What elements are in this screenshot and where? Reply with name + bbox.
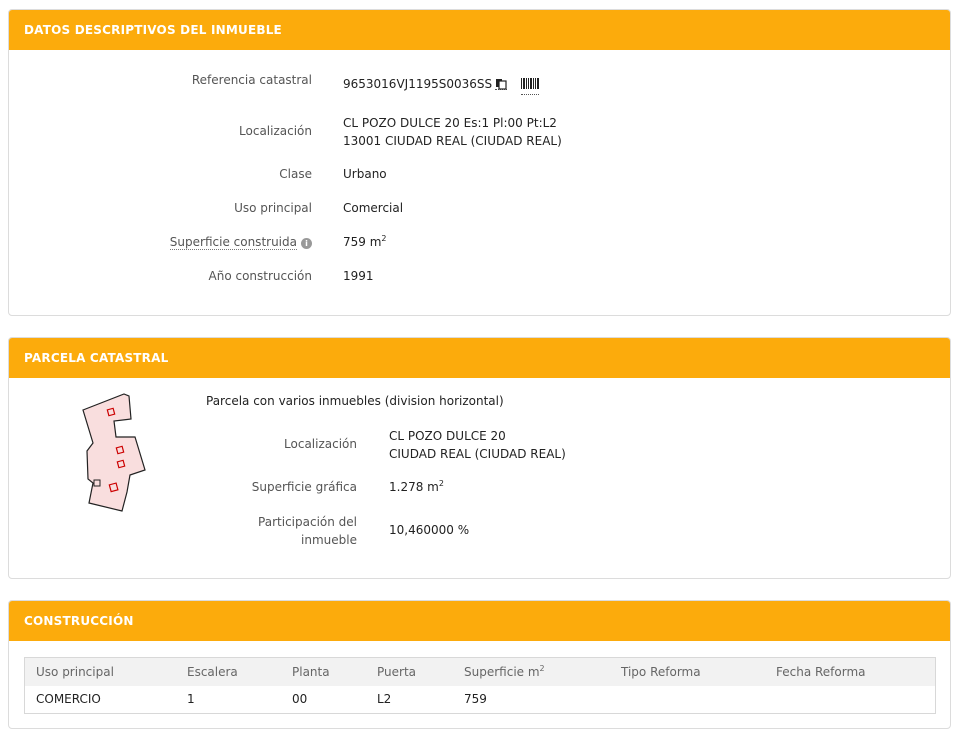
localizacion-line-1: CL POZO DULCE 20 Es:1 Pl:00 Pt:L2 <box>343 116 557 130</box>
cell-uso: COMERCIO <box>36 692 101 706</box>
participacion-label-line-2: inmueble <box>301 533 357 547</box>
superficie-construida-label-row: Superficie construida i <box>169 235 312 250</box>
table-row: COMERCIO 1 00 L2 759 <box>25 686 935 713</box>
superficie-construida-label[interactable]: Superficie construida <box>169 235 297 250</box>
parcela-catastral-header: PARCELA CATASTRAL <box>9 338 950 378</box>
superficie-construida-value: 759 m <box>343 235 382 249</box>
referencia-catastral-value: 9653016VJ1195S0036SS <box>343 77 493 91</box>
cell-escalera: 1 <box>187 692 195 706</box>
parcela-catastral-panel: PARCELA CATASTRAL Parcela con varios inm… <box>8 337 951 579</box>
column-header-tipo-reforma: Tipo Reforma <box>621 665 701 679</box>
column-header-uso: Uso principal <box>36 665 114 679</box>
column-header-superficie-text: Superficie m <box>464 665 540 679</box>
column-header-superficie-sup: 2 <box>539 664 545 673</box>
clase-label: Clase <box>279 167 312 181</box>
uso-principal-label: Uso principal <box>234 201 312 215</box>
cell-superficie: 759 <box>464 692 487 706</box>
superficie-grafica-sup: 2 <box>438 479 444 488</box>
column-header-planta: Planta <box>292 665 330 679</box>
superficie-grafica-value: 1.278 m <box>389 480 439 494</box>
referencia-catastral-label: Referencia catastral <box>191 73 312 87</box>
column-header-escalera: Escalera <box>187 665 238 679</box>
table-header-row: Uso principal Escalera Planta Puerta Sup… <box>25 658 935 686</box>
superficie-construida-value-row: 759 m2 <box>343 234 387 250</box>
construccion-header: CONSTRUCCIÓN <box>9 601 950 641</box>
column-header-fecha-reforma: Fecha Reforma <box>776 665 866 679</box>
clase-value: Urbano <box>343 167 387 181</box>
localizacion-line-2: 13001 CIUDAD REAL (CIUDAD REAL) <box>343 134 562 148</box>
construccion-table: Uso principal Escalera Planta Puerta Sup… <box>24 657 936 714</box>
parcela-localizacion-line-2: CIUDAD REAL (CIUDAD REAL) <box>389 447 566 461</box>
copy-icon[interactable] <box>495 78 508 90</box>
parcela-descripcion: Parcela con varios inmuebles (division h… <box>206 394 504 408</box>
parcela-localizacion-line-1: CL POZO DULCE 20 <box>389 429 506 443</box>
info-icon[interactable]: i <box>301 238 312 249</box>
cell-planta: 00 <box>292 692 308 706</box>
uso-principal-value: Comercial <box>343 201 404 215</box>
parcela-localizacion-value: CL POZO DULCE 20 CIUDAD REAL (CIUDAD REA… <box>389 427 566 463</box>
referencia-catastral-value-row: 9653016VJ1195S0036SS <box>343 77 540 95</box>
localizacion-value: CL POZO DULCE 20 Es:1 Pl:00 Pt:L2 13001 … <box>343 114 562 150</box>
barcode-icon[interactable] <box>521 78 540 95</box>
anio-construccion-label: Año construcción <box>208 269 313 283</box>
datos-descriptivos-panel: DATOS DESCRIPTIVOS DEL INMUEBLE Referenc… <box>8 9 951 316</box>
localizacion-label: Localización <box>239 124 312 138</box>
datos-descriptivos-header: DATOS DESCRIPTIVOS DEL INMUEBLE <box>9 10 950 50</box>
participacion-value: 10,460000 % <box>389 523 470 537</box>
superficie-grafica-value-row: 1.278 m2 <box>389 479 444 495</box>
column-header-superficie: Superficie m2 <box>464 658 545 686</box>
parcel-map-thumbnail[interactable] <box>79 391 149 518</box>
anio-construccion-value: 1991 <box>343 269 374 283</box>
parcela-localizacion-label: Localización <box>284 437 357 451</box>
participacion-label-line-1: Participación del <box>258 515 357 529</box>
construccion-panel: CONSTRUCCIÓN Uso principal Escalera Plan… <box>8 600 951 729</box>
superficie-construida-sup: 2 <box>381 234 387 243</box>
superficie-grafica-label: Superficie gráfica <box>251 480 357 494</box>
participacion-label: Participación del inmueble <box>258 513 357 549</box>
cell-puerta: L2 <box>377 692 392 706</box>
column-header-puerta: Puerta <box>377 665 417 679</box>
